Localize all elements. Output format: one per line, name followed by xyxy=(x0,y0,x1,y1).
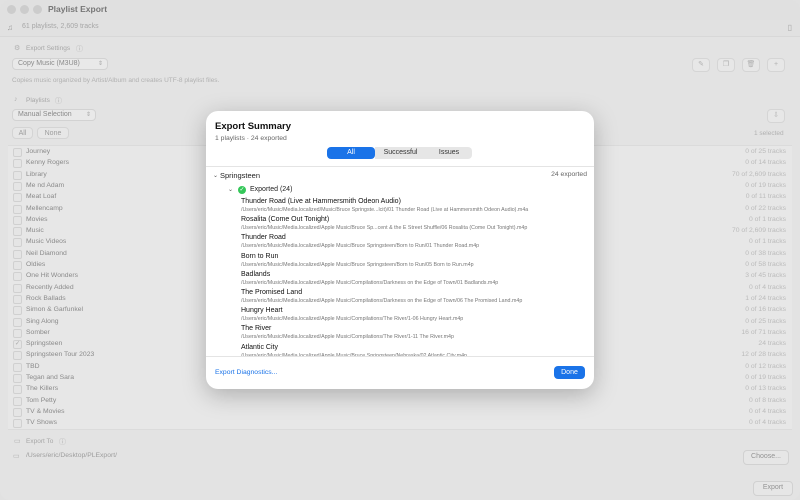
exported-track-row[interactable]: Born to Run/Users/eric/Music/Media.local… xyxy=(241,253,589,271)
track-path: /Users/eric/Music/Media.localized/Apple … xyxy=(241,316,464,323)
track-path: /Users/eric/Music/Media.localized/Apple … xyxy=(241,298,523,304)
tab-issues[interactable]: Issues xyxy=(426,147,472,159)
playlist-group-header[interactable]: ⌄ Springsteen 24 exported xyxy=(213,171,587,183)
track-name: Badlands xyxy=(241,270,271,278)
exported-track-row[interactable]: Rosalita (Come Out Tonight)/Users/eric/M… xyxy=(241,216,589,234)
track-name: Atlantic City xyxy=(241,343,278,351)
exported-track-list[interactable]: Thunder Road (Live at Hammersmith Odeon … xyxy=(206,197,594,356)
track-path: /Users/eric/Music/Media.localized/Music/… xyxy=(241,207,529,213)
track-path: /Users/eric/Music/Media.localized/Apple … xyxy=(241,279,499,286)
export-diagnostics-link[interactable]: Export Diagnostics... xyxy=(215,369,277,376)
exported-track-row[interactable]: Badlands/Users/eric/Music/Media.localize… xyxy=(241,271,589,289)
tab-successful[interactable]: Successful xyxy=(375,147,427,159)
track-name: Hungry Heart xyxy=(241,307,283,315)
divider xyxy=(206,356,594,357)
exported-header-label: Exported (24) xyxy=(250,186,293,193)
exported-track-row[interactable]: Thunder Road (Live at Hammersmith Odeon … xyxy=(241,198,589,216)
track-name: The River xyxy=(241,325,272,333)
divider xyxy=(206,166,594,167)
group-name: Springsteen xyxy=(220,171,261,180)
track-name: Thunder Road xyxy=(241,234,286,242)
track-name: Born to Run xyxy=(241,252,279,260)
tab-all[interactable]: All xyxy=(327,147,375,159)
chevron-down-icon: ⌄ xyxy=(213,173,219,179)
exported-track-row[interactable]: Hungry Heart/Users/eric/Music/Media.loca… xyxy=(241,307,589,325)
export-summary-dialog: Export Summary 1 playlists · 24 exported… xyxy=(206,111,594,389)
group-count: 24 exported xyxy=(551,171,587,178)
track-name: Rosalita (Come Out Tonight) xyxy=(241,216,330,224)
track-path: /Users/eric/Music/Media.localized/Apple … xyxy=(241,334,454,341)
chevron-down-icon: ⌄ xyxy=(228,187,234,193)
track-path: /Users/eric/Music/Media.localized/Apple … xyxy=(241,243,480,250)
track-path: /Users/eric/Music/Media.localized/Apple … xyxy=(241,225,528,232)
track-name: The Promised Land xyxy=(241,289,303,296)
track-name: Thunder Road (Live at Hammersmith Odeon … xyxy=(241,198,401,205)
exported-track-row[interactable]: Thunder Road/Users/eric/Music/Media.loca… xyxy=(241,234,589,252)
dialog-summary: 1 playlists · 24 exported xyxy=(215,135,287,142)
dialog-title: Export Summary xyxy=(215,121,292,132)
checkmark-circle-icon: ✓ xyxy=(238,186,246,194)
exported-track-row[interactable]: Atlantic City/Users/eric/Music/Media.loc… xyxy=(241,344,589,356)
exported-track-row[interactable]: The River/Users/eric/Music/Media.localiz… xyxy=(241,325,589,343)
exported-track-row[interactable]: The Promised Land/Users/eric/Music/Media… xyxy=(241,289,589,307)
track-path: /Users/eric/Music/Media.localized/Apple … xyxy=(241,261,474,268)
done-button[interactable]: Done xyxy=(554,366,585,379)
